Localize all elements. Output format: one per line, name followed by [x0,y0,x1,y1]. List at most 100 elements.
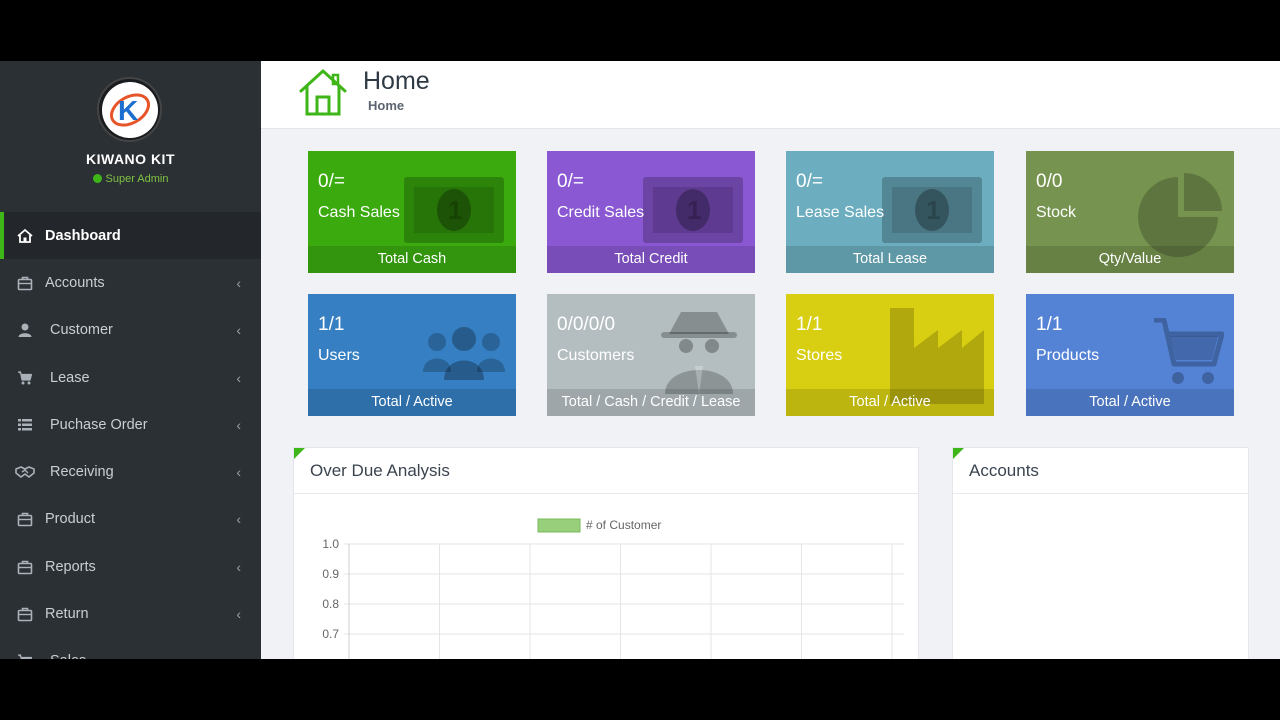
tile-value: 1/1 [1036,314,1063,335]
chevron-left-icon: ‹ [236,558,241,575]
stat-tile-stock[interactable]: 0/0 Stock Qty/Value [1026,151,1234,273]
panel-title: Accounts [969,461,1039,480]
briefcase-icon [15,511,35,527]
sidebar-item-label: Lease [50,369,90,386]
sidebar-item-customer[interactable]: Customer ‹ [0,307,261,354]
chevron-left-icon: ‹ [236,464,241,481]
online-status-icon [92,174,102,183]
tile-value: 0/= [557,171,584,192]
svg-text:1: 1 [448,195,462,225]
tile-label: Products [1036,347,1100,364]
sidebar-item-label: Reports [45,558,96,575]
stat-tile-cash-sales[interactable]: 0/= Cash Sales 1 Total Cash [308,151,516,273]
tile-footer[interactable]: Total Cash [308,246,516,273]
sidebar-item-label: Receiving [50,464,114,481]
briefcase-icon [15,559,35,575]
sidebar-item-dashboard[interactable]: Dashboard [0,212,261,260]
y-tick-label: 0.6 [322,657,339,659]
accounts-panel: Accounts [952,447,1249,659]
stat-tile-lease-sales[interactable]: 0/= Lease Sales 1 Total Lease [786,151,994,273]
page-header: Home Home [261,61,1280,129]
shopping-cart-icon [1152,317,1225,395]
sidebar-item-lease[interactable]: Lease ‹ [0,354,261,401]
tile-value: 1/1 [796,314,823,335]
legend-swatch [537,518,581,533]
tile-value: 0/= [796,171,823,192]
tile-footer[interactable]: Total Credit [547,246,755,273]
tile-value: 0/= [318,171,345,192]
list-icon [15,417,35,433]
logo-icon: K [109,92,150,127]
svg-text:1: 1 [687,195,701,225]
briefcase-icon [15,606,35,622]
tile-value: 1/1 [318,314,345,335]
stat-tile-users[interactable]: 1/1 Users Total / Active [308,294,516,416]
money-icon: 1 [641,175,745,250]
panel-corner-accent [294,448,305,459]
spy-icon [659,306,739,399]
page-title: Home [363,67,430,95]
divider [953,493,1248,494]
sidebar-item-sales[interactable]: Sales ‹ [0,638,261,659]
app-window: K KIWANO KIT Super Admin Dashboard Accoun… [0,61,1280,659]
sidebar-item-reports[interactable]: Reports ‹ [0,543,261,590]
stat-tile-stores[interactable]: 1/1 Stores Total / Active [786,294,994,416]
chevron-left-icon: ‹ [236,511,241,528]
tile-footer[interactable]: Qty/Value [1026,246,1234,273]
tile-footer[interactable]: Total / Active [308,389,516,416]
breadcrumb[interactable]: Home [368,98,404,113]
sidebar-item-puchase-order[interactable]: Puchase Order ‹ [0,401,261,448]
chevron-left-icon: ‹ [236,416,241,433]
panel-corner-accent [953,448,964,459]
role-label: Super Admin [105,173,169,185]
sidebar-menu: Dashboard Accounts ‹ Customer ‹ Lease ‹ Puchase… [0,212,261,659]
y-tick-label: 0.7 [322,627,339,641]
svg-text:1: 1 [926,195,940,225]
sidebar-item-product[interactable]: Product ‹ [0,496,261,543]
tile-label: Customers [557,347,635,364]
sidebar-item-label: Accounts [45,274,105,291]
sidebar-item-accounts[interactable]: Accounts ‹ [0,259,261,306]
tile-value: 0/0/0/0 [557,314,616,335]
users-icon [422,324,506,385]
home-icon [15,228,35,244]
tile-footer[interactable]: Total / Active [786,389,994,416]
overdue-analysis-panel: Over Due Analysis # of Customer 1.0 0.9 0.8… [293,447,919,659]
money-icon: 1 [402,175,506,250]
chevron-left-icon: ‹ [236,606,241,623]
sidebar-item-receiving[interactable]: Receiving ‹ [0,448,261,495]
chevron-left-icon: ‹ [236,653,241,659]
chevron-left-icon: ‹ [236,274,241,291]
briefcase-icon [15,275,35,291]
tile-label: Stock [1036,204,1077,221]
tile-value: 0/0 [1036,171,1063,192]
tile-footer[interactable]: Total Lease [786,246,994,273]
overdue-chart: # of Customer 1.0 0.9 0.8 0.7 0.6 [322,518,904,659]
cart-icon [15,370,35,386]
y-tick-label: 1.0 [322,537,339,551]
tile-label: Cash Sales [318,204,400,221]
sidebar-item-label: Product [45,511,95,528]
sidebar-item-label: Return [45,606,89,623]
user-icon [15,322,35,338]
profile-block: K KIWANO KIT Super Admin [0,61,261,212]
y-tick-label: 0.8 [322,597,339,611]
sidebar: K KIWANO KIT Super Admin Dashboard Accoun… [0,61,261,659]
tile-footer[interactable]: Total / Cash / Credit / Lease [547,389,755,416]
brand-logo: K [97,77,162,142]
panel-title: Over Due Analysis [310,461,450,480]
stat-tile-products[interactable]: 1/1 Products Total / Active [1026,294,1234,416]
chevron-left-icon: ‹ [236,322,241,339]
stat-tile-credit-sales[interactable]: 0/= Credit Sales 1 Total Credit [547,151,755,273]
tile-label: Credit Sales [557,204,645,221]
user-role: Super Admin [0,173,261,185]
stat-tile-customers[interactable]: 0/0/0/0 Customers Total / Cash / Credit / … [547,294,755,416]
sidebar-item-label: Sales [50,653,86,659]
sidebar-item-return[interactable]: Return ‹ [0,590,261,637]
y-tick-label: 0.9 [322,567,339,581]
handshake-icon [15,464,35,480]
tile-footer[interactable]: Total / Active [1026,389,1234,416]
home-icon [297,67,349,124]
tile-label: Users [318,347,360,364]
sidebar-item-label: Dashboard [45,227,121,244]
